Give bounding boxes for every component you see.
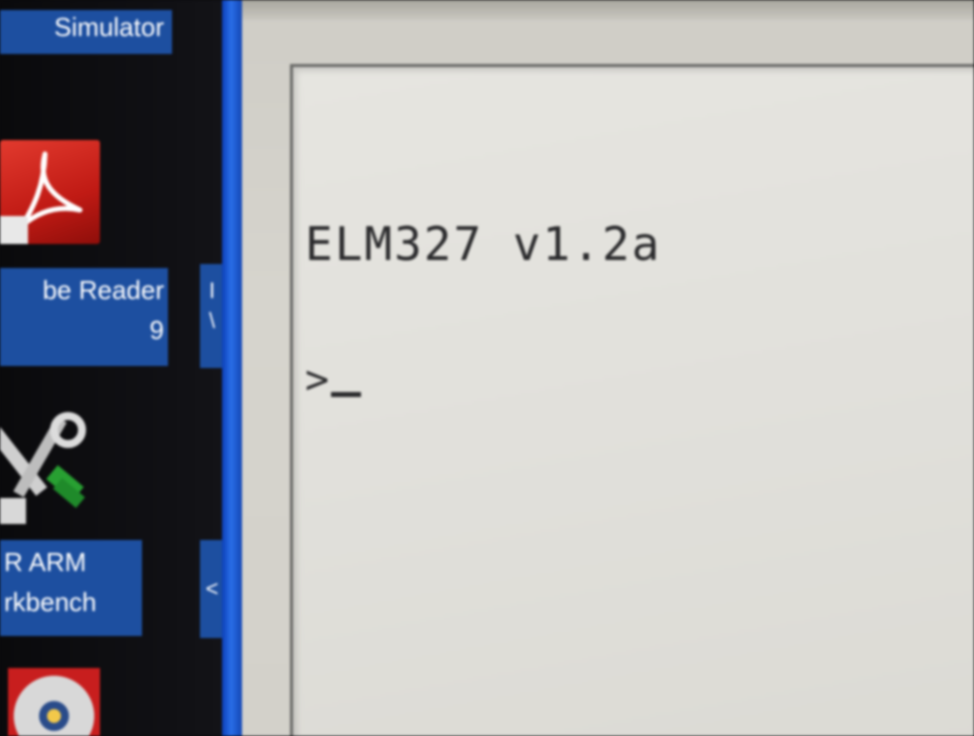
- desktop-icon-label-adobe-reader[interactable]: be Reader 9: [0, 268, 168, 366]
- terminal-title-bar[interactable]: [242, 0, 974, 20]
- terminal-banner-text: ELM327 v1.2a: [305, 217, 662, 271]
- shield-app-icon[interactable]: [8, 668, 100, 736]
- terminal-output-area[interactable]: ELM327 v1.2a >: [290, 64, 974, 736]
- shortcut-arrow-icon: [0, 498, 26, 524]
- adobe-reader-icon[interactable]: [0, 140, 100, 244]
- screen: Simulator be Reader 9 R ARM rkbench I \ …: [0, 0, 974, 736]
- terminal-prompt-line: >: [305, 357, 362, 403]
- terminal-window[interactable]: ELM327 v1.2a >: [242, 0, 974, 736]
- window-border: [222, 0, 242, 736]
- desktop-icon-label-simulator[interactable]: Simulator: [0, 10, 172, 54]
- iar-workbench-label-line-2: rkbench: [4, 587, 97, 617]
- desktop-icon-label-iar-workbench[interactable]: R ARM rkbench: [0, 540, 142, 636]
- iar-workbench-label-line-1: R ARM: [4, 547, 87, 577]
- sliver-text: <: [205, 576, 219, 601]
- adobe-reader-label-line-1: be Reader: [42, 275, 164, 305]
- adobe-reader-label-line-2: 9: [149, 315, 164, 345]
- sliver-text: I \: [208, 278, 216, 333]
- prompt-symbol: >: [305, 357, 330, 403]
- background-window-sliver: I \: [200, 264, 224, 368]
- text-cursor: [331, 392, 362, 397]
- background-window-sliver: <: [200, 540, 224, 638]
- desktop: Simulator be Reader 9 R ARM rkbench I \ …: [0, 0, 240, 736]
- shortcut-arrow-icon: [0, 216, 28, 244]
- iar-workbench-icon[interactable]: [0, 400, 100, 524]
